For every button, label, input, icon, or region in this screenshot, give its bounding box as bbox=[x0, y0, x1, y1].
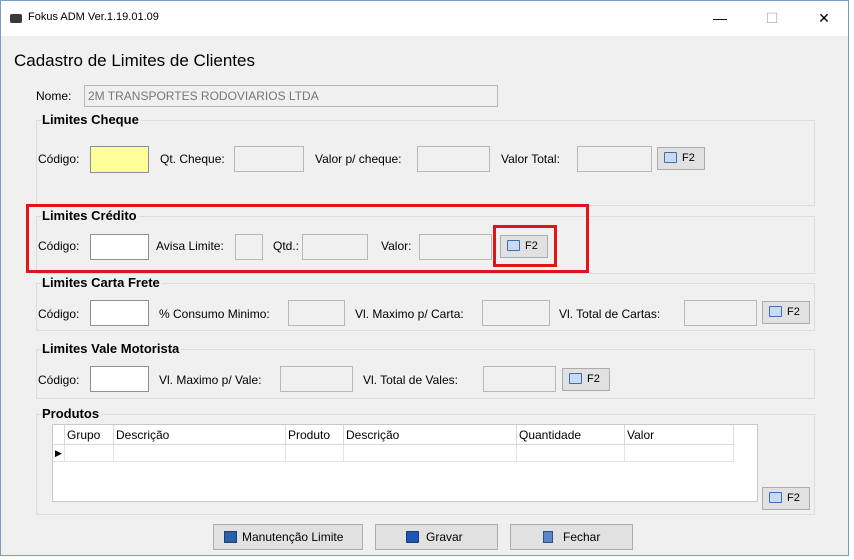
search-icon bbox=[664, 152, 677, 163]
maximize-button[interactable]: ☐ bbox=[755, 6, 789, 30]
table-cell[interactable] bbox=[517, 445, 625, 462]
column-header-valor[interactable]: Valor bbox=[625, 425, 734, 445]
table-cell[interactable] bbox=[344, 445, 517, 462]
exit-door-icon bbox=[543, 531, 553, 543]
column-header-descricao-produto[interactable]: Descrição bbox=[344, 425, 517, 445]
gravar-label: Gravar bbox=[426, 530, 463, 544]
vale-codigo-label: Código: bbox=[38, 373, 80, 387]
table-cell[interactable] bbox=[286, 445, 344, 462]
gravar-button[interactable]: Gravar bbox=[375, 524, 498, 550]
carta-total-label: Vl. Total de Cartas: bbox=[559, 307, 661, 321]
page-title: Cadastro de Limites de Clientes bbox=[14, 51, 255, 70]
cheque-total-label: Valor Total: bbox=[501, 152, 560, 166]
carta-total-field[interactable] bbox=[684, 300, 757, 326]
carta-group-title: Limites Carta Frete bbox=[42, 275, 162, 290]
main-window: Fokus ADM Ver.1.19.01.09 — ☐ ✕ Cadastro … bbox=[0, 0, 849, 556]
table-cell[interactable] bbox=[114, 445, 286, 462]
vale-max-label: Vl. Maximo p/ Vale: bbox=[159, 373, 262, 387]
vale-f2-label: F2 bbox=[587, 373, 600, 385]
app-icon bbox=[10, 14, 22, 23]
carta-consumo-field[interactable] bbox=[288, 300, 345, 326]
fechar-label: Fechar bbox=[563, 530, 601, 544]
cheque-valor-label: Valor p/ cheque: bbox=[315, 152, 402, 166]
vale-total-field[interactable] bbox=[483, 366, 556, 392]
carta-consumo-label: % Consumo Minimo: bbox=[159, 307, 270, 321]
cheque-total-field[interactable] bbox=[577, 146, 652, 172]
close-button[interactable]: ✕ bbox=[807, 6, 841, 30]
cheque-valor-field[interactable] bbox=[417, 146, 490, 172]
produtos-group-title: Produtos bbox=[42, 406, 102, 421]
nome-field[interactable]: 2M TRANSPORTES RODOVIARIOS LTDA bbox=[84, 85, 498, 107]
produtos-f2-button[interactable]: F2 bbox=[762, 487, 810, 510]
window-title: Fokus ADM Ver.1.19.01.09 bbox=[28, 11, 159, 23]
cheque-qt-label: Qt. Cheque: bbox=[160, 152, 225, 166]
table-cell[interactable] bbox=[65, 445, 114, 462]
vale-max-field[interactable] bbox=[280, 366, 353, 392]
column-header-descricao[interactable]: Descrição bbox=[114, 425, 286, 445]
produtos-f2-label: F2 bbox=[787, 492, 800, 504]
nome-label: Nome: bbox=[36, 89, 72, 103]
title-bar: Fokus ADM Ver.1.19.01.09 — ☐ ✕ bbox=[1, 1, 848, 36]
save-icon bbox=[406, 531, 419, 543]
carta-codigo-label: Código: bbox=[38, 307, 80, 321]
cheque-f2-button[interactable]: F2 bbox=[657, 147, 705, 170]
minimize-button[interactable]: — bbox=[703, 6, 737, 30]
vale-f2-button[interactable]: F2 bbox=[562, 368, 610, 391]
column-header-grupo[interactable]: Grupo bbox=[65, 425, 114, 445]
search-icon bbox=[569, 373, 582, 384]
search-icon bbox=[769, 492, 782, 503]
produtos-grid[interactable]: Grupo Descrição Produto Descrição Quanti… bbox=[52, 424, 758, 502]
cheque-codigo-field[interactable] bbox=[90, 146, 149, 173]
carta-codigo-field[interactable] bbox=[90, 300, 149, 326]
carta-f2-label: F2 bbox=[787, 306, 800, 318]
fechar-button[interactable]: Fechar bbox=[510, 524, 633, 550]
carta-f2-button[interactable]: F2 bbox=[762, 301, 810, 324]
cheque-codigo-label: Código: bbox=[38, 152, 80, 166]
carta-max-label: Vl. Maximo p/ Carta: bbox=[355, 307, 464, 321]
search-icon bbox=[769, 306, 782, 317]
manutencao-limite-label: Manutenção Limite bbox=[242, 530, 344, 544]
cheque-qt-field[interactable] bbox=[234, 146, 304, 172]
cheque-group-title: Limites Cheque bbox=[42, 112, 141, 127]
column-header-produto[interactable]: Produto bbox=[286, 425, 344, 445]
cheque-f2-label: F2 bbox=[682, 152, 695, 164]
table-cell[interactable] bbox=[625, 445, 734, 462]
manutencao-limite-button[interactable]: Manutenção Limite bbox=[213, 524, 363, 550]
vale-codigo-field[interactable] bbox=[90, 366, 149, 392]
carta-max-field[interactable] bbox=[482, 300, 550, 326]
grid-corner bbox=[53, 425, 65, 445]
vale-group-title: Limites Vale Motorista bbox=[42, 341, 182, 356]
window-icon bbox=[224, 531, 237, 543]
f2-highlight-box bbox=[493, 225, 557, 267]
vale-total-label: Vl. Total de Vales: bbox=[363, 373, 458, 387]
row-indicator: ▶ bbox=[53, 445, 65, 462]
column-header-quantidade[interactable]: Quantidade bbox=[517, 425, 625, 445]
